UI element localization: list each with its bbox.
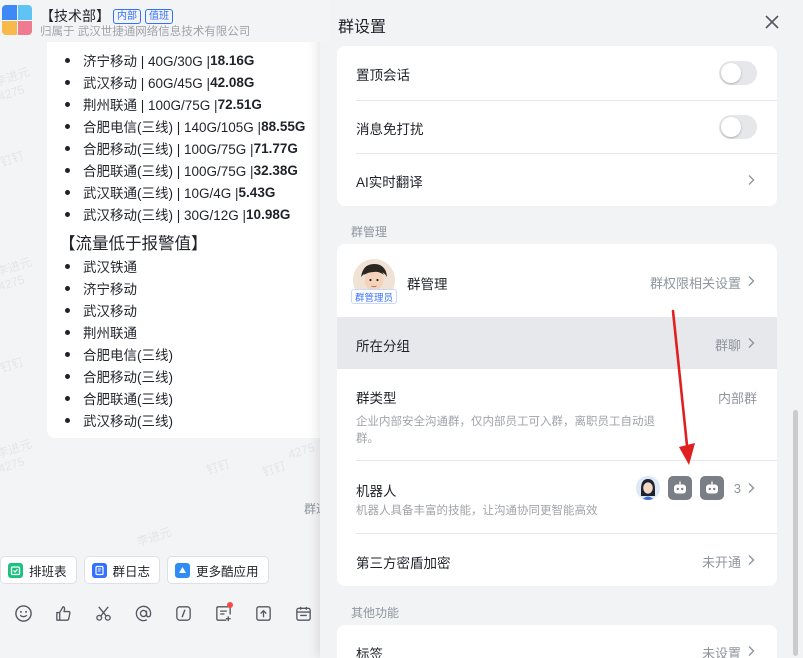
alert-item: 合肥电信(三线) (65, 344, 173, 364)
schedule-label: 排班表 (29, 564, 67, 579)
group-type-description: 企业内部安全沟通群，仅内部员工可入群，离职员工自动退群。 (356, 416, 655, 445)
schedule-button[interactable]: 排班表 (0, 556, 77, 584)
encryption-label: 第三方密盾加密 (356, 556, 451, 571)
group-type-label: 群类型 (356, 391, 397, 406)
watermark: 钉钉 (0, 148, 26, 170)
app-shortcut-row: 排班表 群日志 更多酷应用 (0, 556, 269, 584)
traffic-line: 合肥联通(三线) | 100G/75G | 32.38G (65, 160, 298, 180)
traffic-line: 济宁移动 | 40G/30G | 18.16G (65, 50, 254, 70)
label-row-value: 未设置 (701, 646, 741, 658)
admin-row[interactable]: 群管理员 群管理 群权限相关设置 (337, 244, 777, 317)
alert-item: 武汉铁通 (65, 256, 137, 276)
alert-item: 武汉移动(三线) (65, 410, 173, 430)
robot-icon (699, 476, 724, 500)
group-avatar[interactable] (2, 5, 32, 35)
traffic-line: 合肥移动(三线) | 100G/75G | 71.77G (65, 138, 298, 158)
chat-header: 【技术部】 内部 值班 归属于 武汉世捷通网络信息技术有限公司 (0, 0, 330, 42)
panel-title: 群设置 (338, 19, 387, 36)
label-row-label: 标签 (356, 647, 383, 658)
traffic-line: 合肥电信(三线) | 140G/105G | 88.55G (65, 116, 305, 136)
at-icon[interactable] (123, 601, 163, 625)
traffic-line: 武汉移动 | 60G/45G | 42.08G (65, 72, 254, 92)
bot-description: 机器人具备丰富的技能，让沟通协同更智能高效 (356, 505, 598, 517)
watermark: 李进元 (134, 524, 174, 550)
watermark: 钉钉 (204, 456, 232, 478)
encryption-row[interactable]: 第三方密盾加密 未开通 (337, 533, 777, 586)
duty-tag[interactable]: 值班 (145, 8, 173, 24)
label-row[interactable]: 标签 未设置 (337, 625, 777, 658)
chevron-right-icon (748, 175, 755, 185)
org-affiliation: 归属于 武汉世捷通网络信息技术有限公司 (40, 26, 251, 38)
chevron-right-icon (748, 483, 755, 493)
close-icon[interactable] (761, 11, 783, 33)
mute-row: 消息免打扰 (337, 100, 777, 154)
alert-item: 济宁移动 (65, 278, 137, 298)
scrollbar-thumb[interactable] (793, 410, 798, 656)
more-apps-button[interactable]: 更多酷应用 (167, 556, 269, 584)
chat-area: 李进元 4275 钉钉 李进元 4275 钉钉 李进元 4275 钉钉 李进元 … (0, 0, 330, 658)
input-toolbar (3, 601, 323, 625)
alert-heading: 【流量低于报警值】 (59, 235, 208, 253)
robot-icon (667, 476, 692, 500)
traffic-line: 荆州联通 | 100G/75G | 72.51G (65, 94, 262, 114)
group-category-row[interactable]: 所在分组 群聊 (337, 317, 777, 369)
mute-label: 消息免打扰 (356, 122, 424, 137)
thumbs-up-icon[interactable] (43, 601, 83, 625)
watermark: 钉钉 (260, 458, 288, 480)
group-category-label: 所在分组 (356, 339, 410, 354)
encryption-value: 未开通 (701, 555, 741, 570)
bot-count: 3 (733, 480, 741, 496)
admin-value: 群权限相关设置 (649, 276, 741, 291)
alert-item: 合肥移动(三线) (65, 366, 173, 386)
pin-chat-row: 置顶会话 (337, 46, 777, 100)
sticker-icon[interactable] (203, 601, 243, 625)
alert-item: 合肥联通(三线) (65, 388, 173, 408)
section-label-manage: 群管理 (351, 225, 388, 239)
watermark: 钉钉 (0, 354, 26, 376)
basic-settings-card: 置顶会话 消息免打扰 AI实时翻译 (337, 46, 777, 206)
admin-label: 群管理 (407, 277, 448, 292)
chevron-right-icon (748, 338, 755, 348)
section-label-other: 其他功能 (351, 606, 400, 620)
mute-toggle[interactable] (719, 115, 757, 139)
ai-translate-row[interactable]: AI实时翻译 (337, 153, 777, 206)
slash-command-icon[interactable] (163, 601, 203, 625)
apps-icon (175, 562, 191, 578)
more-apps-label: 更多酷应用 (196, 564, 259, 579)
bot-avatars: 3 (635, 476, 741, 500)
chevron-right-icon (748, 646, 755, 656)
bot-label: 机器人 (356, 484, 397, 499)
group-category-value: 群聊 (714, 338, 741, 353)
traffic-line: 武汉移动(三线) | 30G/12G | 10.98G (65, 204, 290, 224)
other-settings-card: 标签 未设置 (337, 625, 777, 658)
emoji-icon[interactable] (3, 601, 43, 625)
pin-chat-label: 置顶会话 (356, 68, 410, 83)
calendar-icon[interactable] (283, 601, 323, 625)
group-type-row: 群类型 内部群 企业内部安全沟通群，仅内部员工可入群，离职员工自动退群。 (337, 369, 777, 461)
pin-chat-toggle[interactable] (719, 61, 757, 85)
chevron-right-icon (748, 276, 755, 286)
log-icon (91, 562, 107, 578)
upload-icon[interactable] (243, 601, 283, 625)
bot-row[interactable]: 机器人 机器人具备丰富的技能，让沟通协同更智能高效 3 (337, 460, 777, 533)
group-manage-card: 群管理员 群管理 群权限相关设置 所在分组 群聊 群类型 内部群 企业内部安全沟… (337, 244, 777, 586)
scissors-icon[interactable] (83, 601, 123, 625)
watermark: 4275 (286, 440, 317, 462)
group-settings-panel: 群设置 置顶会话 消息免打扰 AI实时翻译 群管理 群管理员 群管理 群权限相关… (320, 0, 803, 658)
group-log-button[interactable]: 群日志 (83, 556, 161, 584)
traffic-line: 武汉联通(三线) | 10G/4G | 5.43G (65, 182, 275, 202)
ai-translate-label: AI实时翻译 (356, 175, 423, 190)
chevron-right-icon (748, 555, 755, 565)
bot-avatar-person (635, 476, 660, 500)
notification-dot (227, 602, 233, 608)
schedule-icon (8, 562, 23, 578)
group-log-label: 群日志 (112, 564, 151, 579)
alert-item: 武汉移动 (65, 300, 137, 320)
alert-item: 荆州联通 (65, 322, 137, 342)
internal-tag: 内部 (113, 8, 141, 24)
group-type-value: 内部群 (717, 391, 757, 406)
admin-badge: 群管理员 (351, 289, 397, 304)
